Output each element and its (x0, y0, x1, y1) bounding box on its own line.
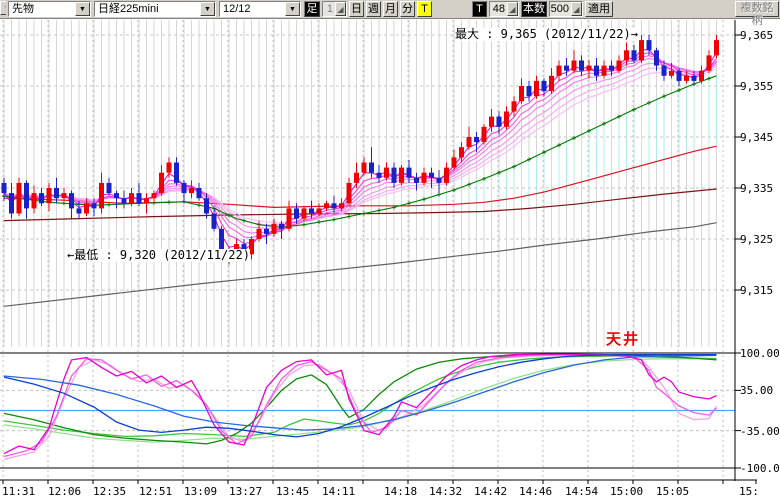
oscillator-tick-label: 100.00 (740, 347, 780, 360)
price-tick-label: 9,325 (740, 233, 773, 246)
price-tick-label: 9,365 (740, 29, 773, 42)
oscillator-lines (4, 354, 717, 459)
time-tick-label: 12:35 (93, 485, 126, 498)
time-tick-label: 13:09 (184, 485, 217, 498)
oscillator-tick-label: 35.00 (740, 384, 773, 397)
time-tick-label: 12:06 (48, 485, 81, 498)
moving-averages (4, 146, 717, 306)
time-tick-label: 14:11 (322, 485, 355, 498)
price-tick-label: 9,335 (740, 182, 773, 195)
time-tick-label: 12:51 (139, 485, 172, 498)
oscillator-tick-label: -100.00 (740, 462, 780, 475)
time-tick-label: 14:32 (429, 485, 462, 498)
time-tick-label: 14:54 (565, 485, 598, 498)
price-tick-label: 9,345 (740, 131, 773, 144)
oscillator-tick-label: -35.00 (740, 425, 780, 438)
chart-app-window: ▼ 先物 ▼ 日経225mini ▼ 12/12 ▼ 足 1 ◢ 日 週 月 分… (0, 0, 780, 500)
ceiling-signal-label: 天井 (606, 332, 640, 348)
time-tick-label: 15:05 (656, 485, 689, 498)
time-tick-label-clipped: 15:1 (739, 485, 757, 498)
time-tick-label: 11:31 (2, 485, 35, 498)
min-price-annotation: ←最低 : 9,320 (2012/11/22) (67, 249, 250, 262)
time-tick-label: 14:18 (384, 485, 417, 498)
time-tick-label: 14:46 (519, 485, 552, 498)
ema-ribbon (4, 50, 717, 250)
price-tick-label: 9,355 (740, 80, 773, 93)
max-price-annotation: 最大 : 9,365 (2012/11/22)→ (455, 28, 638, 41)
time-tick-label: 13:45 (276, 485, 309, 498)
time-tick-label: 14:42 (474, 485, 507, 498)
oscillator-gridlines (0, 353, 735, 468)
price-tick-label: 9,315 (740, 284, 773, 297)
time-tick-label: 13:27 (229, 485, 262, 498)
time-tick-label: 15:1 (739, 485, 757, 498)
time-tick-label: 15:00 (610, 485, 643, 498)
